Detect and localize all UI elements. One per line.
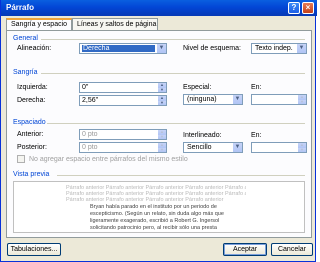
- no-agregar-espacio-checkbox[interactable]: [17, 155, 25, 163]
- interlineado-value: Sencillo: [187, 144, 212, 151]
- preview-text-line: escepticismo. (Según un relato, sin duda…: [90, 211, 224, 217]
- especial-label: Especial:: [183, 84, 212, 91]
- spin-buttons[interactable]: ▲ ▼: [157, 83, 166, 92]
- derecha-label: Derecha:: [17, 97, 46, 104]
- chevron-down-icon[interactable]: ▼: [296, 44, 306, 53]
- section-general-label: General: [13, 35, 38, 42]
- section-sangria-label: Sangría: [13, 69, 38, 76]
- chevron-down-icon[interactable]: ▼: [232, 95, 242, 104]
- izquierda-input[interactable]: 0" ▲ ▼: [79, 82, 167, 93]
- posterior-input[interactable]: 0 pto ▲ ▼: [79, 142, 167, 153]
- derecha-input[interactable]: 2,56" ▲ ▼: [79, 95, 167, 106]
- divider: [41, 39, 305, 40]
- no-agregar-espacio-label: No agregar espacio entre párrafos del mi…: [29, 156, 188, 163]
- aceptar-button[interactable]: Aceptar: [223, 243, 267, 256]
- divider: [41, 73, 305, 74]
- tab-panel: General Alineación: Derecha ▼ Nivel de e…: [6, 30, 312, 238]
- paragraph-dialog: Párrafo ? × Sangría y espacio Líneas y s…: [0, 0, 317, 262]
- preview-text-line: ligeramente exagerado, escribió a Robert…: [90, 218, 220, 224]
- izquierda-label: Izquierda:: [17, 84, 48, 91]
- preview-text-line: solicitando patrocinio pero, al recibir …: [90, 225, 217, 231]
- alineacion-value: Derecha: [82, 45, 155, 52]
- anterior-input[interactable]: 0 pto ▲ ▼: [79, 129, 167, 140]
- preview-box: Párrafo anterior Párrafo anterior Párraf…: [13, 181, 305, 233]
- spin-buttons[interactable]: ▲ ▼: [157, 130, 166, 139]
- section-vista-previa-label: Vista previa: [13, 171, 50, 178]
- spin-buttons[interactable]: ▲ ▼: [297, 95, 306, 104]
- chevron-down-icon[interactable]: ▼: [232, 143, 242, 152]
- especial-value: (ninguna): [187, 96, 217, 103]
- alineacion-label: Alineación:: [17, 45, 52, 52]
- alineacion-select[interactable]: Derecha ▼: [79, 43, 167, 54]
- espaciado-en-input[interactable]: ▲ ▼: [251, 142, 307, 153]
- title-bar[interactable]: Párrafo ? ×: [1, 0, 317, 16]
- espaciado-en-label: En:: [251, 132, 262, 139]
- especial-select[interactable]: (ninguna) ▼: [183, 94, 243, 105]
- nivel-esquema-value: Texto indep.: [255, 45, 293, 52]
- interlineado-select[interactable]: Sencillo ▼: [183, 142, 243, 153]
- divider: [57, 175, 305, 176]
- divider: [47, 123, 305, 124]
- sangria-en-label: En:: [251, 84, 262, 91]
- anterior-label: Anterior:: [17, 131, 44, 138]
- tabulaciones-button[interactable]: Tabulaciones...: [7, 243, 61, 256]
- izquierda-value: 0": [82, 84, 89, 91]
- chevron-down-icon[interactable]: ▼: [156, 44, 166, 53]
- nivel-esquema-label: Nivel de esquema:: [183, 45, 241, 52]
- derecha-value: 2,56": [82, 97, 99, 104]
- preview-text-line: Bryan había parado en el instituto por u…: [90, 204, 217, 210]
- cancelar-button[interactable]: Cancelar: [271, 243, 313, 256]
- preview-prev-line: Párrafo anterior Párrafo anterior Párraf…: [66, 197, 224, 203]
- tab-lineas-saltos[interactable]: Líneas y saltos de página: [72, 18, 158, 30]
- spin-buttons[interactable]: ▲ ▼: [157, 96, 166, 105]
- interlineado-label: Interlineado:: [183, 132, 222, 139]
- posterior-label: Posterior:: [17, 144, 47, 151]
- sangria-en-input[interactable]: ▲ ▼: [251, 94, 307, 105]
- nivel-esquema-select[interactable]: Texto indep. ▼: [251, 43, 307, 54]
- anterior-value: 0 pto: [82, 131, 98, 138]
- spin-buttons[interactable]: ▲ ▼: [297, 143, 306, 152]
- spin-buttons[interactable]: ▲ ▼: [157, 143, 166, 152]
- close-button[interactable]: ×: [302, 2, 314, 14]
- section-espaciado-label: Espaciado: [13, 119, 46, 126]
- dialog-title: Párrafo: [6, 3, 35, 12]
- posterior-value: 0 pto: [82, 144, 98, 151]
- help-button[interactable]: ?: [288, 2, 300, 14]
